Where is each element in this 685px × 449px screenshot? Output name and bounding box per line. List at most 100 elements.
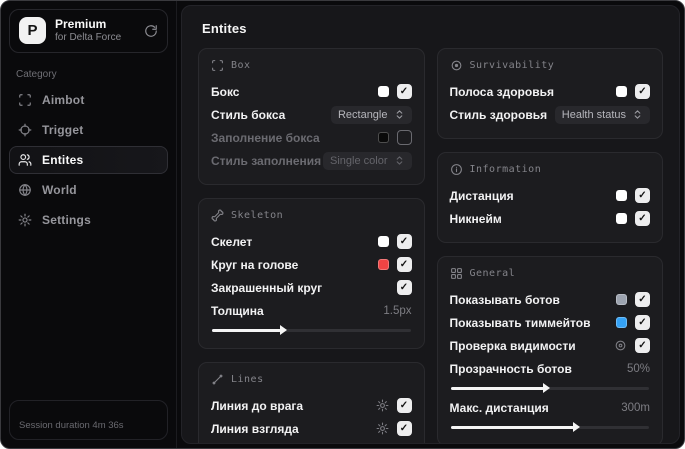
select-value: Health status	[561, 108, 626, 121]
setting-label: Заполнение бокса	[211, 130, 320, 145]
select-value: Single color	[330, 154, 388, 167]
setting-row: Линия взгляда	[211, 417, 412, 440]
setting-row: Полоса здоровья	[449, 80, 650, 103]
max-distance-slider[interactable]	[450, 422, 649, 432]
sidebar-item-label: Aimbot	[42, 92, 85, 107]
color-swatch[interactable]	[616, 213, 627, 224]
checkbox[interactable]	[635, 188, 650, 203]
setting-row: Стиль заполнения Single color	[211, 149, 412, 172]
color-swatch[interactable]	[616, 294, 627, 305]
bone-icon	[211, 209, 224, 222]
setting-label: Прозрачность ботов	[449, 362, 572, 376]
brand-name: Premium	[55, 17, 107, 31]
settings-icon	[18, 213, 32, 227]
sidebar-item-settings[interactable]: Settings	[9, 206, 168, 234]
sidebar-item-aimbot[interactable]: Aimbot	[9, 86, 168, 114]
sidebar-item-label: Trigget	[42, 122, 84, 137]
select-value: Rectangle	[337, 108, 388, 121]
sidebar-item-world[interactable]: World	[9, 176, 168, 204]
setting-row: Линия до врага	[211, 394, 412, 417]
box-icon	[211, 59, 224, 72]
visibility-icon[interactable]	[614, 339, 627, 352]
setting-label: Проверка видимости	[449, 338, 576, 353]
checkbox[interactable]	[396, 280, 412, 295]
gear-icon[interactable]	[376, 399, 389, 412]
slider-fill	[450, 422, 580, 432]
color-swatch[interactable]	[377, 259, 389, 270]
bot-opacity-slider[interactable]	[450, 383, 649, 393]
setting-label: Стиль бокса	[211, 107, 286, 122]
color-swatch[interactable]	[616, 190, 627, 201]
checkbox[interactable]	[635, 211, 650, 226]
setting-label: Стиль заполнения	[211, 153, 322, 168]
setting-row: Заполнение бокса	[211, 126, 412, 149]
sync-icon[interactable]	[144, 24, 158, 38]
survivability-section: Survivability Полоса здоровья Стиль здор…	[436, 48, 663, 139]
sidebar-nav: Aimbot Trigget Entites World Settings	[9, 86, 168, 234]
chevrons-up-down-icon	[394, 109, 405, 120]
color-swatch[interactable]	[616, 317, 627, 328]
setting-row: Показывать тиммейтов	[449, 311, 650, 334]
fill-style-select[interactable]: Single color	[323, 151, 412, 170]
setting-row: Стиль бокса Rectangle	[211, 103, 412, 126]
section-title: Survivability	[469, 60, 555, 71]
setting-row: Бокс	[211, 80, 412, 103]
checkbox[interactable]	[396, 398, 412, 413]
sidebar-item-label: Entites	[42, 152, 84, 167]
line-icon	[211, 373, 224, 386]
checkbox[interactable]	[635, 84, 650, 99]
checkbox[interactable]	[396, 84, 412, 99]
slider-fill	[212, 325, 288, 335]
sidebar-item-entites[interactable]: Entites	[9, 145, 168, 174]
checkbox[interactable]	[396, 421, 412, 436]
slider-value: 50%	[626, 363, 650, 375]
section-title: Box	[231, 60, 251, 71]
checkbox[interactable]	[396, 234, 412, 249]
setting-label: Стиль здоровья	[449, 107, 548, 122]
color-swatch[interactable]	[377, 236, 389, 247]
box-style-select[interactable]: Rectangle	[330, 105, 412, 124]
chevrons-up-down-icon	[394, 155, 405, 166]
checkbox[interactable]	[635, 292, 650, 307]
setting-label: Линия взгляда	[211, 421, 299, 436]
setting-row: Никнейм	[450, 207, 650, 230]
setting-label: Показывать тиммейтов	[449, 315, 591, 330]
setting-row: Показывать ботов	[450, 288, 650, 311]
color-swatch[interactable]	[377, 132, 389, 143]
general-section: General Показывать ботов Показывать тимм…	[436, 256, 663, 443]
box-section: Box Бокс Стиль бокса Rectangle	[198, 48, 425, 185]
setting-label: Макс. дистанция	[449, 401, 549, 415]
session-card: Session duration 4m 36s	[9, 400, 168, 440]
session-duration: Session duration 4m 36s	[19, 420, 124, 431]
checkbox[interactable]	[635, 338, 650, 353]
setting-row: Стиль здоровья Health status	[449, 103, 650, 126]
setting-row: Закрашенный круг	[211, 276, 412, 299]
information-section: Information Дистанция Никнейм	[436, 152, 663, 243]
color-swatch[interactable]	[616, 86, 627, 97]
thickness-slider[interactable]	[212, 325, 411, 335]
setting-label: Закрашенный круг	[211, 280, 323, 295]
chevrons-up-down-icon	[632, 109, 643, 120]
setting-label: Полоса здоровья	[449, 84, 554, 99]
health-style-select[interactable]: Health status	[554, 105, 650, 124]
slider-value: 1.5px	[383, 305, 412, 317]
brand-logo: P	[19, 17, 46, 45]
setting-row: Макс. дистанция 300m	[449, 398, 650, 432]
checkbox[interactable]	[396, 257, 412, 272]
setting-row: Скелет	[211, 230, 412, 253]
trigger-icon	[18, 123, 32, 137]
checkbox[interactable]	[396, 130, 412, 145]
sidebar-item-label: Settings	[42, 212, 91, 227]
checkbox[interactable]	[635, 315, 650, 330]
slider-value: 300m	[621, 402, 650, 414]
info-icon	[450, 163, 463, 176]
entities-icon	[18, 153, 32, 167]
setting-label: Толщина	[211, 304, 264, 318]
color-swatch[interactable]	[377, 86, 389, 97]
section-title: General	[469, 268, 516, 279]
skeleton-section: Skeleton Скелет Круг на голове	[198, 198, 425, 349]
app-window: P Premium for Delta Force Category Aimbo…	[0, 0, 685, 449]
sidebar-item-trigget[interactable]: Trigget	[9, 116, 168, 144]
gear-icon[interactable]	[376, 422, 389, 435]
survivability-icon	[450, 59, 463, 72]
